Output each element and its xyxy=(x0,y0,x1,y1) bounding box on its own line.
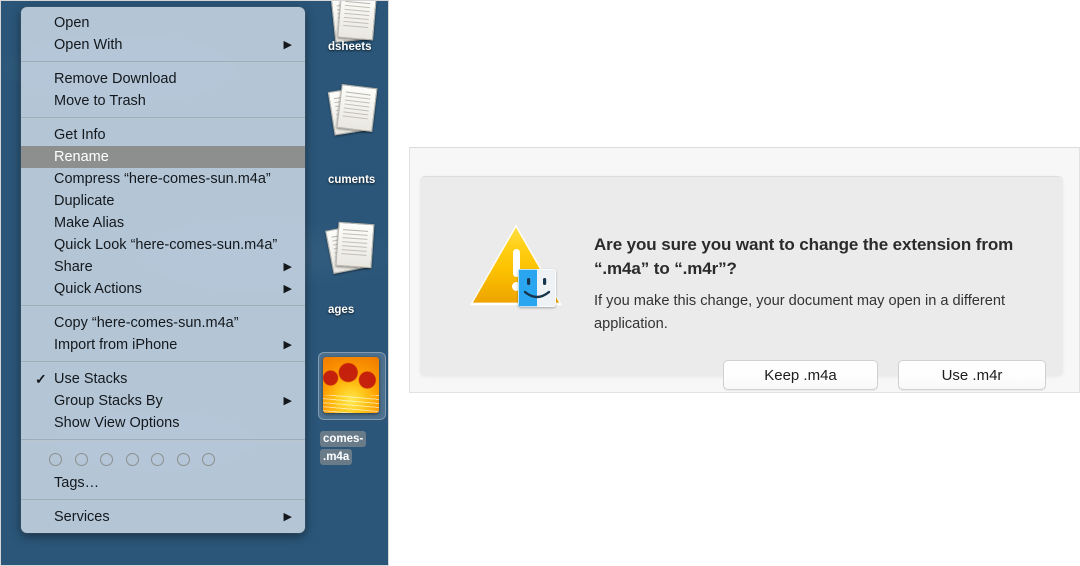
chevron-right-icon: ▶ xyxy=(283,395,292,407)
warning-triangle-icon xyxy=(469,224,570,311)
chevron-right-icon: ▶ xyxy=(283,283,292,295)
finder-icon xyxy=(518,269,556,307)
menu-item-label: Use Stacks xyxy=(54,371,128,387)
menu-item-label: Copy “here-comes-sun.m4a” xyxy=(54,315,239,331)
keep-extension-button[interactable]: Keep .m4a xyxy=(723,360,878,390)
menu-item-label: Move to Trash xyxy=(54,93,146,109)
menu-item-quick-look-here-comes-sunm4a[interactable]: Quick Look “here-comes-sun.m4a” xyxy=(21,234,305,256)
menu-item-label: Compress “here-comes-sun.m4a” xyxy=(54,171,271,187)
menu-item-label: Quick Look “here-comes-sun.m4a” xyxy=(54,237,278,253)
file-label-line-2: .m4a xyxy=(320,449,353,465)
menu-item-label: Services xyxy=(54,509,110,525)
album-art-icon xyxy=(323,357,379,413)
menu-item-label: Quick Actions xyxy=(54,281,142,297)
menu-item-share[interactable]: Share ▶ xyxy=(21,256,305,278)
menu-item-label: Open xyxy=(54,15,90,31)
menu-item-get-info[interactable]: Get Info xyxy=(21,124,305,146)
menu-separator xyxy=(21,499,305,501)
menu-item-label: Share xyxy=(54,259,93,275)
tag-color-row[interactable] xyxy=(21,446,305,472)
menu-item-label: Show View Options xyxy=(54,415,180,431)
images-stack-label: ages xyxy=(328,304,355,316)
tag-color-dot[interactable] xyxy=(176,452,190,466)
menu-item-tags[interactable]: Tags… xyxy=(21,472,305,494)
menu-separator xyxy=(21,117,305,119)
desktop-screenshot-panel: dsheets cuments ages comes- .m4a Open Ope… xyxy=(0,0,389,566)
menu-item-remove-download[interactable]: Remove Download xyxy=(21,68,305,90)
alert-message: If you make this change, your document m… xyxy=(594,293,1006,332)
here-comes-sun-file[interactable] xyxy=(318,352,386,420)
menu-item-rename[interactable]: Rename xyxy=(21,146,305,168)
menu-item-label: Import from iPhone xyxy=(54,337,178,353)
menu-item-open[interactable]: Open xyxy=(21,12,305,34)
paper-stack-icon xyxy=(323,1,379,43)
alert-panel: Are you sure you want to change the exte… xyxy=(420,176,1063,390)
menu-item-label: Remove Download xyxy=(54,71,177,87)
menu-item-open-with[interactable]: Open With ▶ xyxy=(21,34,305,56)
tag-color-dot[interactable] xyxy=(49,452,62,466)
images-stack[interactable] xyxy=(323,221,385,275)
menu-item-label: Group Stacks By xyxy=(54,393,163,409)
chevron-right-icon: ▶ xyxy=(283,339,292,351)
menu-item-move-to-trash[interactable]: Move to Trash xyxy=(21,90,305,112)
menu-item-label: Get Info xyxy=(54,127,106,143)
menu-separator xyxy=(21,305,305,307)
menu-item-label: Make Alias xyxy=(54,215,125,231)
screenshot-root: dsheets cuments ages comes- .m4a Open Ope… xyxy=(0,0,1080,566)
menu-item-label: Open With xyxy=(54,37,123,53)
tag-color-dot[interactable] xyxy=(125,452,139,466)
menu-item-quick-actions[interactable]: Quick Actions ▶ xyxy=(21,278,305,300)
chevron-right-icon: ▶ xyxy=(283,39,292,51)
tag-color-dot[interactable] xyxy=(100,452,113,466)
menu-item-group-stacks-by[interactable]: Group Stacks By ▶ xyxy=(21,390,305,412)
photo-stack-icon xyxy=(323,221,379,275)
paper-stack-icon xyxy=(323,83,379,136)
menu-separator xyxy=(21,439,305,441)
chevron-right-icon: ▶ xyxy=(283,511,292,523)
menu-item-use-stacks[interactable]: ✓ Use Stacks xyxy=(21,368,305,390)
tag-color-dot[interactable] xyxy=(151,452,164,466)
menu-item-show-view-options[interactable]: Show View Options xyxy=(21,412,305,434)
menu-item-import-from-iphone[interactable]: Import from iPhone ▶ xyxy=(21,334,305,356)
menu-separator xyxy=(21,61,305,63)
menu-separator xyxy=(21,361,305,363)
menu-item-make-alias[interactable]: Make Alias xyxy=(21,212,305,234)
use-extension-button[interactable]: Use .m4r xyxy=(898,360,1046,390)
menu-item-label: Duplicate xyxy=(54,193,115,209)
menu-item-services[interactable]: Services ▶ xyxy=(21,506,305,528)
menu-item-duplicate[interactable]: Duplicate xyxy=(21,190,305,212)
documents-stack-label: cuments xyxy=(328,174,376,186)
menu-item-copy-here-comes-sunm4a[interactable]: Copy “here-comes-sun.m4a” xyxy=(21,312,305,334)
alert-title: Are you sure you want to change the exte… xyxy=(594,235,1014,278)
finder-context-menu[interactable]: Open Open With ▶ Remove Download Move to Tra… xyxy=(21,7,305,533)
check-icon: ✓ xyxy=(35,371,47,387)
spreadsheets-stack-label: dsheets xyxy=(328,41,372,53)
documents-stack[interactable] xyxy=(323,83,385,136)
tag-color-dot[interactable] xyxy=(202,452,215,466)
chevron-right-icon: ▶ xyxy=(283,261,292,273)
spreadsheets-stack[interactable] xyxy=(323,1,385,43)
file-label-line-1: comes- xyxy=(320,431,367,447)
menu-item-compress-here-comes-sunm4a[interactable]: Compress “here-comes-sun.m4a” xyxy=(21,168,305,190)
tag-color-dot[interactable] xyxy=(74,452,88,466)
menu-item-label: Rename xyxy=(54,149,109,165)
alert-window: Are you sure you want to change the exte… xyxy=(409,147,1080,393)
